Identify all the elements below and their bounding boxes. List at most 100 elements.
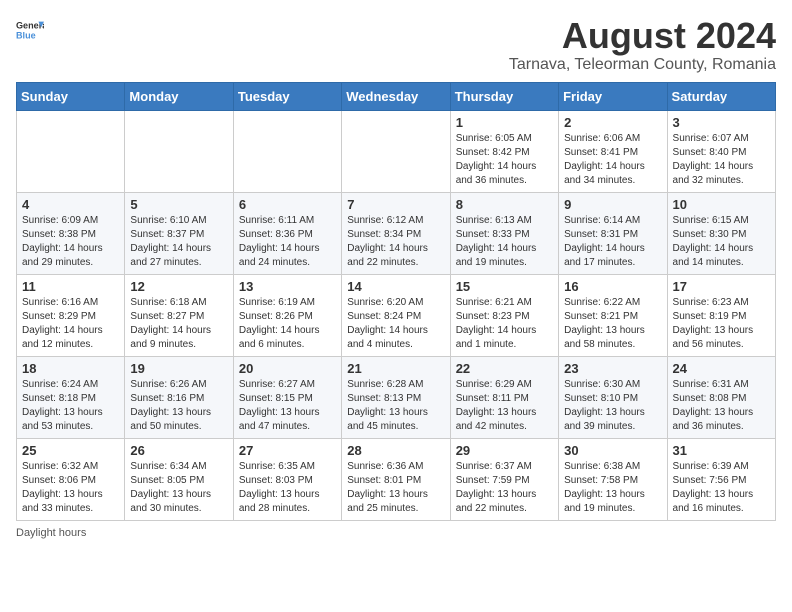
calendar-header-row: SundayMondayTuesdayWednesdayThursdayFrid…	[17, 82, 776, 110]
day-number: 27	[239, 443, 336, 458]
day-number: 11	[22, 279, 119, 294]
calendar-cell: 25Sunrise: 6:32 AM Sunset: 8:06 PM Dayli…	[17, 438, 125, 520]
day-info: Sunrise: 6:14 AM Sunset: 8:31 PM Dayligh…	[564, 214, 661, 270]
day-number: 5	[130, 197, 227, 212]
calendar-cell: 5 Sunrise: 6:10 AM Sunset: 8:37 PM Daylig…	[125, 192, 233, 274]
day-number: 15	[456, 279, 553, 294]
day-info: Sunrise: 6:26 AM Sunset: 8:16 PM Dayligh…	[130, 378, 227, 434]
day-number: 12	[130, 279, 227, 294]
day-number: 19	[130, 361, 227, 376]
day-number: 18	[22, 361, 119, 376]
calendar-cell: 31Sunrise: 6:39 AM Sunset: 7:56 PM Dayli…	[667, 438, 775, 520]
day-number: 25	[22, 443, 119, 458]
day-number: 23	[564, 361, 661, 376]
calendar-cell: 3 Sunrise: 6:07 AM Sunset: 8:40 PM Daylig…	[667, 110, 775, 192]
calendar-cell: 22 Sunrise: 6:29 AM Sunset: 8:11 PM Dayli…	[450, 356, 558, 438]
main-title: August 2024	[509, 16, 776, 56]
calendar-header-monday: Monday	[125, 82, 233, 110]
day-info: Sunrise: 6:05 AM Sunset: 8:42 PM Dayligh…	[456, 132, 553, 188]
calendar-cell: 11 Sunrise: 6:16 AM Sunset: 8:29 PM Dayli…	[17, 274, 125, 356]
calendar-cell: 10 Sunrise: 6:15 AM Sunset: 8:30 PM Dayli…	[667, 192, 775, 274]
calendar-cell: 16 Sunrise: 6:22 AM Sunset: 8:21 PM Dayli…	[559, 274, 667, 356]
day-number: 4	[22, 197, 119, 212]
calendar-cell: 30 Sunrise: 6:38 AM Sunset: 7:58 PM Dayli…	[559, 438, 667, 520]
calendar-cell: 26 Sunrise: 6:34 AM Sunset: 8:05 PM Dayli…	[125, 438, 233, 520]
day-number: 13	[239, 279, 336, 294]
logo: General Blue	[16, 16, 44, 44]
calendar-week-4: 18 Sunrise: 6:24 AM Sunset: 8:18 PM Dayli…	[17, 356, 776, 438]
day-number: 26	[130, 443, 227, 458]
day-info: Sunrise: 6:29 AM Sunset: 8:11 PM Dayligh…	[456, 378, 553, 434]
day-info: Sunrise: 6:10 AM Sunset: 8:37 PM Dayligh…	[130, 214, 227, 270]
day-number: 3	[673, 115, 770, 130]
calendar-header-saturday: Saturday	[667, 82, 775, 110]
calendar-cell: 24Sunrise: 6:31 AM Sunset: 8:08 PM Dayli…	[667, 356, 775, 438]
subtitle: Tarnava, Teleorman County, Romania	[509, 56, 776, 74]
day-info: Sunrise: 6:27 AM Sunset: 8:15 PM Dayligh…	[239, 378, 336, 434]
day-info: Sunrise: 6:30 AM Sunset: 8:10 PM Dayligh…	[564, 378, 661, 434]
svg-text:Blue: Blue	[16, 30, 36, 40]
calendar-week-3: 11 Sunrise: 6:16 AM Sunset: 8:29 PM Dayli…	[17, 274, 776, 356]
calendar-cell	[125, 110, 233, 192]
calendar-cell: 27Sunrise: 6:35 AM Sunset: 8:03 PM Dayli…	[233, 438, 341, 520]
day-number: 7	[347, 197, 444, 212]
day-info: Sunrise: 6:13 AM Sunset: 8:33 PM Dayligh…	[456, 214, 553, 270]
day-info: Sunrise: 6:11 AM Sunset: 8:36 PM Dayligh…	[239, 214, 336, 270]
calendar-header-tuesday: Tuesday	[233, 82, 341, 110]
day-number: 10	[673, 197, 770, 212]
calendar-header-wednesday: Wednesday	[342, 82, 450, 110]
day-number: 16	[564, 279, 661, 294]
day-info: Sunrise: 6:34 AM Sunset: 8:05 PM Dayligh…	[130, 460, 227, 516]
calendar-cell: 1 Sunrise: 6:05 AM Sunset: 8:42 PM Daylig…	[450, 110, 558, 192]
day-info: Sunrise: 6:22 AM Sunset: 8:21 PM Dayligh…	[564, 296, 661, 352]
day-info: Sunrise: 6:09 AM Sunset: 8:38 PM Dayligh…	[22, 214, 119, 270]
day-info: Sunrise: 6:16 AM Sunset: 8:29 PM Dayligh…	[22, 296, 119, 352]
calendar-cell: 7 Sunrise: 6:12 AM Sunset: 8:34 PM Daylig…	[342, 192, 450, 274]
calendar-cell: 12 Sunrise: 6:18 AM Sunset: 8:27 PM Dayli…	[125, 274, 233, 356]
day-info: Sunrise: 6:28 AM Sunset: 8:13 PM Dayligh…	[347, 378, 444, 434]
day-number: 24	[673, 361, 770, 376]
day-info: Sunrise: 6:21 AM Sunset: 8:23 PM Dayligh…	[456, 296, 553, 352]
calendar-week-2: 4 Sunrise: 6:09 AM Sunset: 8:38 PM Daylig…	[17, 192, 776, 274]
day-number: 30	[564, 443, 661, 458]
calendar-header-friday: Friday	[559, 82, 667, 110]
day-info: Sunrise: 6:23 AM Sunset: 8:19 PM Dayligh…	[673, 296, 770, 352]
day-number: 1	[456, 115, 553, 130]
calendar-cell: 29 Sunrise: 6:37 AM Sunset: 7:59 PM Dayli…	[450, 438, 558, 520]
day-info: Sunrise: 6:36 AM Sunset: 8:01 PM Dayligh…	[347, 460, 444, 516]
calendar-cell: 9 Sunrise: 6:14 AM Sunset: 8:31 PM Daylig…	[559, 192, 667, 274]
calendar-cell: 18 Sunrise: 6:24 AM Sunset: 8:18 PM Dayli…	[17, 356, 125, 438]
day-number: 21	[347, 361, 444, 376]
day-info: Sunrise: 6:20 AM Sunset: 8:24 PM Dayligh…	[347, 296, 444, 352]
calendar-cell	[233, 110, 341, 192]
day-info: Sunrise: 6:19 AM Sunset: 8:26 PM Dayligh…	[239, 296, 336, 352]
calendar-header-thursday: Thursday	[450, 82, 558, 110]
day-info: Sunrise: 6:38 AM Sunset: 7:58 PM Dayligh…	[564, 460, 661, 516]
day-number: 29	[456, 443, 553, 458]
day-info: Sunrise: 6:24 AM Sunset: 8:18 PM Dayligh…	[22, 378, 119, 434]
day-info: Sunrise: 6:39 AM Sunset: 7:56 PM Dayligh…	[673, 460, 770, 516]
title-area: August 2024 Tarnava, Teleorman County, R…	[509, 16, 776, 74]
calendar-week-1: 1 Sunrise: 6:05 AM Sunset: 8:42 PM Daylig…	[17, 110, 776, 192]
day-number: 2	[564, 115, 661, 130]
day-info: Sunrise: 6:06 AM Sunset: 8:41 PM Dayligh…	[564, 132, 661, 188]
calendar-table: SundayMondayTuesdayWednesdayThursdayFrid…	[16, 82, 776, 521]
day-info: Sunrise: 6:18 AM Sunset: 8:27 PM Dayligh…	[130, 296, 227, 352]
calendar-cell: 19 Sunrise: 6:26 AM Sunset: 8:16 PM Dayli…	[125, 356, 233, 438]
calendar-cell	[342, 110, 450, 192]
calendar-cell: 28Sunrise: 6:36 AM Sunset: 8:01 PM Dayli…	[342, 438, 450, 520]
day-info: Sunrise: 6:07 AM Sunset: 8:40 PM Dayligh…	[673, 132, 770, 188]
day-number: 9	[564, 197, 661, 212]
day-info: Sunrise: 6:12 AM Sunset: 8:34 PM Dayligh…	[347, 214, 444, 270]
calendar-cell: 8Sunrise: 6:13 AM Sunset: 8:33 PM Daylig…	[450, 192, 558, 274]
day-info: Sunrise: 6:37 AM Sunset: 7:59 PM Dayligh…	[456, 460, 553, 516]
header: General Blue August 2024 Tarnava, Teleor…	[16, 16, 776, 74]
day-info: Sunrise: 6:15 AM Sunset: 8:30 PM Dayligh…	[673, 214, 770, 270]
calendar-cell: 14 Sunrise: 6:20 AM Sunset: 8:24 PM Dayli…	[342, 274, 450, 356]
calendar-cell: 20 Sunrise: 6:27 AM Sunset: 8:15 PM Dayli…	[233, 356, 341, 438]
calendar-cell: 23 Sunrise: 6:30 AM Sunset: 8:10 PM Dayli…	[559, 356, 667, 438]
calendar-cell	[17, 110, 125, 192]
day-number: 22	[456, 361, 553, 376]
day-number: 14	[347, 279, 444, 294]
day-number: 20	[239, 361, 336, 376]
